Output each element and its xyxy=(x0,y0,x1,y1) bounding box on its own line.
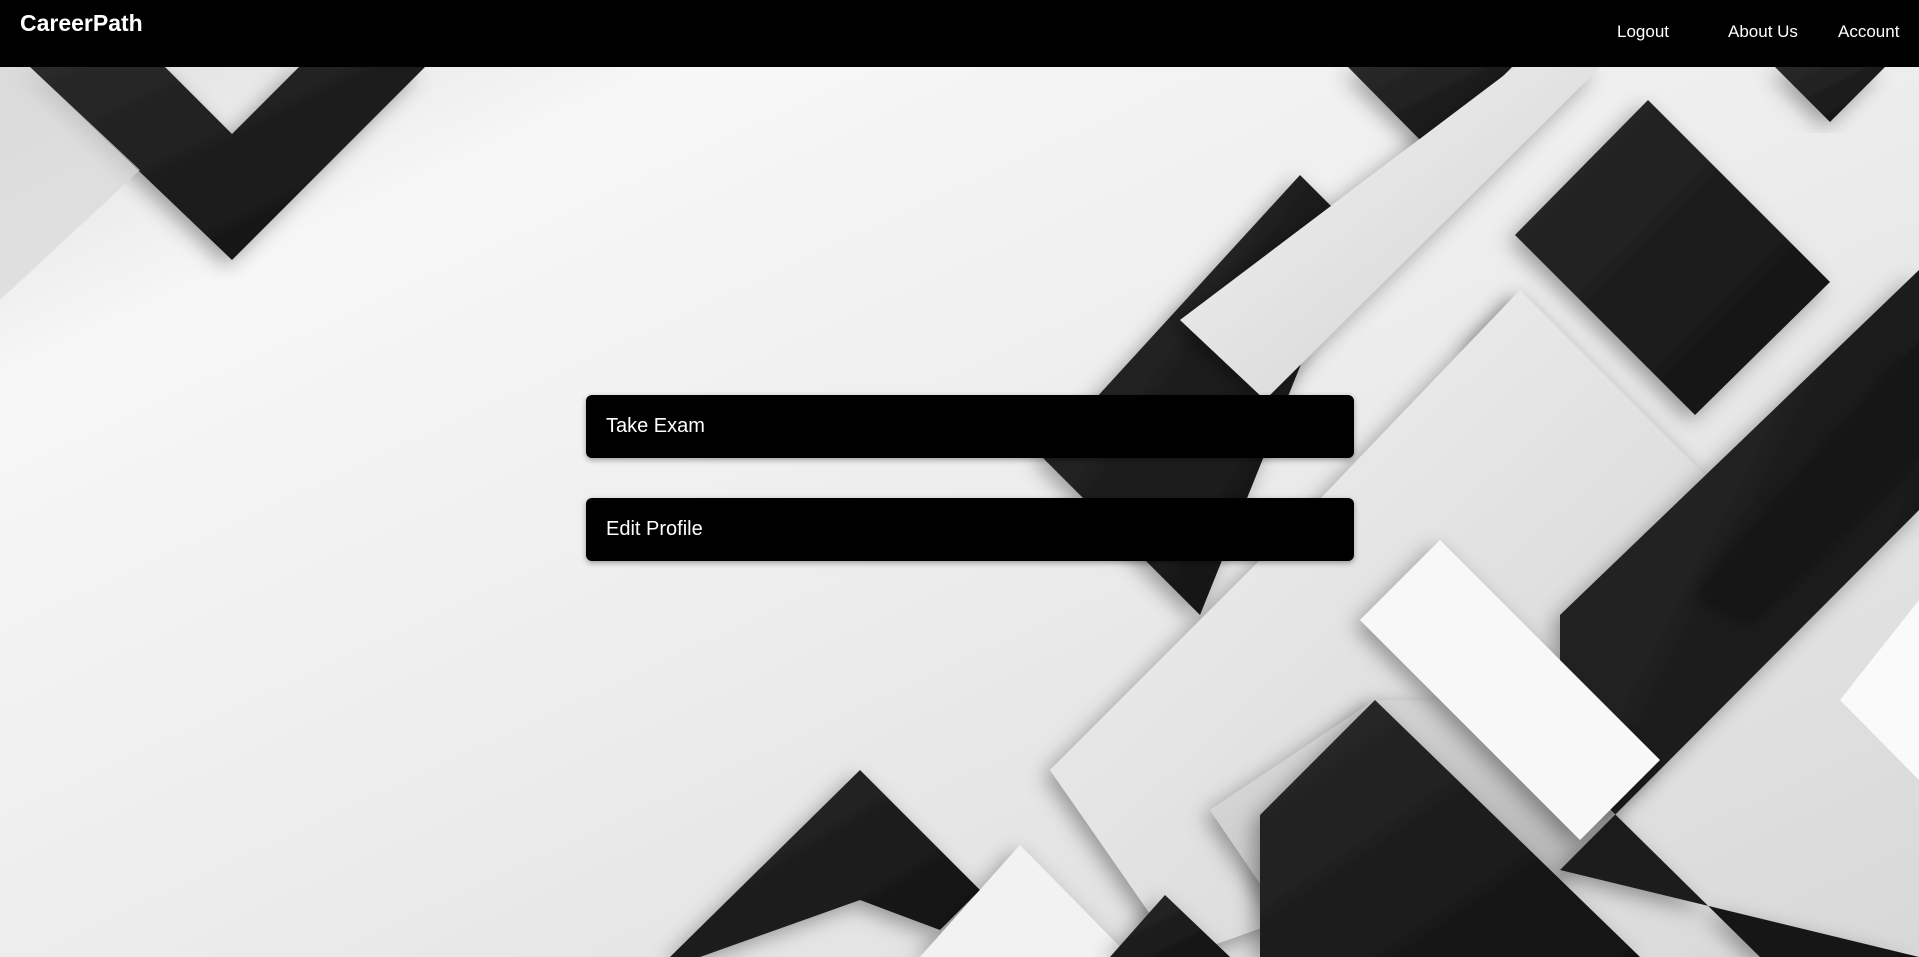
logout-link[interactable]: Logout xyxy=(1617,22,1669,42)
edit-profile-button[interactable]: Edit Profile xyxy=(586,498,1354,561)
about-us-link[interactable]: About Us xyxy=(1728,22,1798,42)
account-link[interactable]: Account xyxy=(1838,22,1899,42)
take-exam-label: Take Exam xyxy=(606,415,705,437)
brand-logo-text[interactable]: CareerPath xyxy=(20,10,143,37)
take-exam-button[interactable]: Take Exam xyxy=(586,395,1354,458)
top-navbar: CareerPath Logout About Us Account xyxy=(0,0,1919,67)
edit-profile-label: Edit Profile xyxy=(606,518,703,540)
app-window: CareerPath Logout About Us Account Take … xyxy=(0,0,1919,957)
